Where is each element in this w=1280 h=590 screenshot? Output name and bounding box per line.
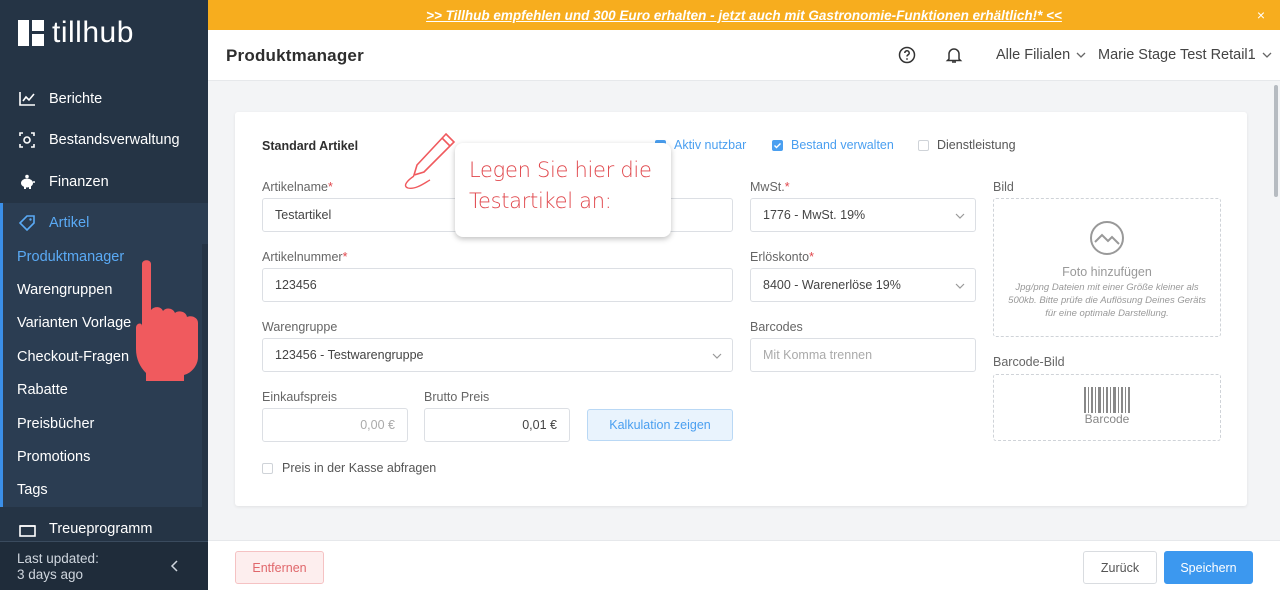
page-title: Produktmanager [226, 46, 364, 65]
sidebar-item-label: Bestandsverwaltung [49, 132, 180, 149]
action-bar: Entfernen Zurück Speichern [208, 540, 1280, 590]
artikelnummer-input[interactable]: 123456 [262, 268, 733, 302]
preis-abfragen-label[interactable]: Preis in der Kasse abfragen [282, 461, 436, 475]
erloeskonto-label: Erlöskonto* [750, 250, 814, 264]
image-placeholder-icon [1090, 221, 1124, 255]
pointing-hand-icon [136, 260, 198, 381]
instruction-callout: Legen Sie hier die Testartikel an: [455, 143, 671, 237]
back-button[interactable]: Zurück [1083, 551, 1157, 584]
pencil-icon [404, 132, 456, 190]
sidebar-item-label: Artikel [49, 215, 90, 232]
tag-icon [18, 214, 36, 232]
barcode-image-area[interactable]: Barcode [993, 374, 1221, 441]
inventory-icon [18, 131, 36, 149]
chevron-down-icon [955, 283, 965, 289]
sidebar-item-treueprogramm[interactable]: Treueprogramm [0, 514, 208, 540]
sidebar-item-artikel[interactable]: Artikel [0, 202, 208, 244]
bell-icon[interactable] [945, 46, 963, 64]
sidebar-item-label: Berichte [49, 90, 103, 107]
barcode-caption: Barcode [1084, 412, 1130, 426]
preis-abfragen-checkbox[interactable] [262, 463, 273, 474]
warengruppe-select-value: 123456 - Testwarengruppe [275, 348, 424, 362]
warengruppe-select[interactable]: 123456 - Testwarengruppe [262, 338, 733, 372]
barcode-icon [1084, 387, 1130, 413]
barcodes-label: Barcodes [750, 320, 803, 334]
close-icon[interactable]: × [1257, 7, 1265, 23]
image-upload-hint: Jpg/png Dateien mit einer Größe kleiner … [1008, 282, 1206, 319]
logo-text: tillhub [52, 16, 134, 49]
page-scrollbar[interactable] [1272, 81, 1280, 540]
image-upload-area[interactable]: Foto hinzufügen Jpg/png Dateien mit eine… [993, 198, 1221, 337]
aktiv-nutzbar-label[interactable]: Aktiv nutzbar [674, 138, 746, 152]
mwst-select-value: 1776 - MwSt. 19% [763, 208, 866, 222]
loyalty-icon [18, 520, 36, 538]
product-form-card: Standard Artikel Aktiv nutzbar Bestand v… [235, 112, 1247, 506]
callout-line-1: Legen Sie hier die [469, 158, 652, 182]
account-select[interactable]: Marie Stage Test Retail1 [1098, 47, 1272, 63]
account-select-value: Marie Stage Test Retail1 [1098, 47, 1256, 63]
help-icon[interactable] [898, 46, 916, 64]
sidebar-item-label: Finanzen [49, 173, 109, 190]
chevron-down-icon [955, 213, 965, 219]
save-button[interactable]: Speichern [1164, 551, 1253, 584]
einkaufspreis-label: Einkaufspreis [262, 390, 338, 404]
promo-banner-link[interactable]: >> Tillhub empfehlen und 300 Euro erhalt… [426, 8, 1062, 23]
top-header: Produktmanager Alle Filialen Marie Stage… [208, 30, 1280, 81]
bild-label: Bild [993, 180, 1014, 194]
dienstleistung-label[interactable]: Dienstleistung [937, 138, 1016, 152]
artikelname-label: Artikelname* [262, 180, 333, 194]
sidebar-subitem-tags[interactable]: Tags [3, 474, 202, 507]
barcodes-input[interactable]: Mit Komma trennen [750, 338, 976, 372]
sidebar: tillhub Berichte Bestandsverwaltung Fina… [0, 0, 208, 590]
sidebar-item-finanzen[interactable]: Finanzen [0, 161, 208, 203]
piggy-bank-icon [18, 173, 36, 191]
einkaufspreis-input[interactable]: 0,00 € [262, 408, 408, 442]
brutto-preis-input[interactable]: 0,01 € [424, 408, 570, 442]
chevron-down-icon [1262, 52, 1272, 58]
chevron-down-icon [712, 353, 722, 359]
promo-banner: >> Tillhub empfehlen und 300 Euro erhalt… [208, 0, 1280, 30]
brutto-preis-label: Brutto Preis [424, 390, 490, 404]
mwst-select[interactable]: 1776 - MwSt. 19% [750, 198, 976, 232]
sidebar-item-berichte[interactable]: Berichte [0, 78, 208, 120]
sidebar-subitem-preisbuecher[interactable]: Preisbücher [3, 407, 202, 440]
sidebar-item-label: Treueprogramm [49, 521, 153, 537]
sidebar-item-bestandsverwaltung[interactable]: Bestandsverwaltung [0, 120, 208, 162]
branch-select-value: Alle Filialen [996, 47, 1071, 63]
sidebar-subitem-promotions[interactable]: Promotions [3, 440, 202, 473]
erloeskonto-select-value: 8400 - Warenerlöse 19% [763, 278, 901, 292]
bestand-verwalten-checkbox[interactable] [772, 140, 783, 151]
barcode-bild-label: Barcode-Bild [993, 355, 1065, 369]
sidebar-footer: Last updated: 3 days ago [0, 541, 208, 590]
remove-button[interactable]: Entfernen [235, 551, 324, 584]
chart-icon [18, 90, 36, 108]
foto-hinzufuegen-label: Foto hinzufügen [1062, 265, 1152, 279]
callout-line-2: Testartikel an: [469, 189, 612, 213]
erloeskonto-select[interactable]: 8400 - Warenerlöse 19% [750, 268, 976, 302]
artikelnummer-label: Artikelnummer* [262, 250, 348, 264]
warengruppe-label: Warengruppe [262, 320, 338, 334]
dienstleistung-checkbox[interactable] [918, 140, 929, 151]
section-title: Standard Artikel [262, 139, 359, 153]
tillhub-logo[interactable]: tillhub [18, 18, 134, 48]
branch-select[interactable]: Alle Filialen [996, 47, 1086, 63]
collapse-sidebar-icon[interactable] [168, 559, 182, 573]
bestand-verwalten-label[interactable]: Bestand verwalten [791, 138, 894, 152]
kalkulation-zeigen-button[interactable]: Kalkulation zeigen [587, 409, 733, 441]
mwst-label: MwSt.* [750, 180, 790, 194]
check-icon [774, 143, 781, 149]
chevron-down-icon [1076, 52, 1086, 58]
logo-mark-icon [18, 20, 44, 46]
